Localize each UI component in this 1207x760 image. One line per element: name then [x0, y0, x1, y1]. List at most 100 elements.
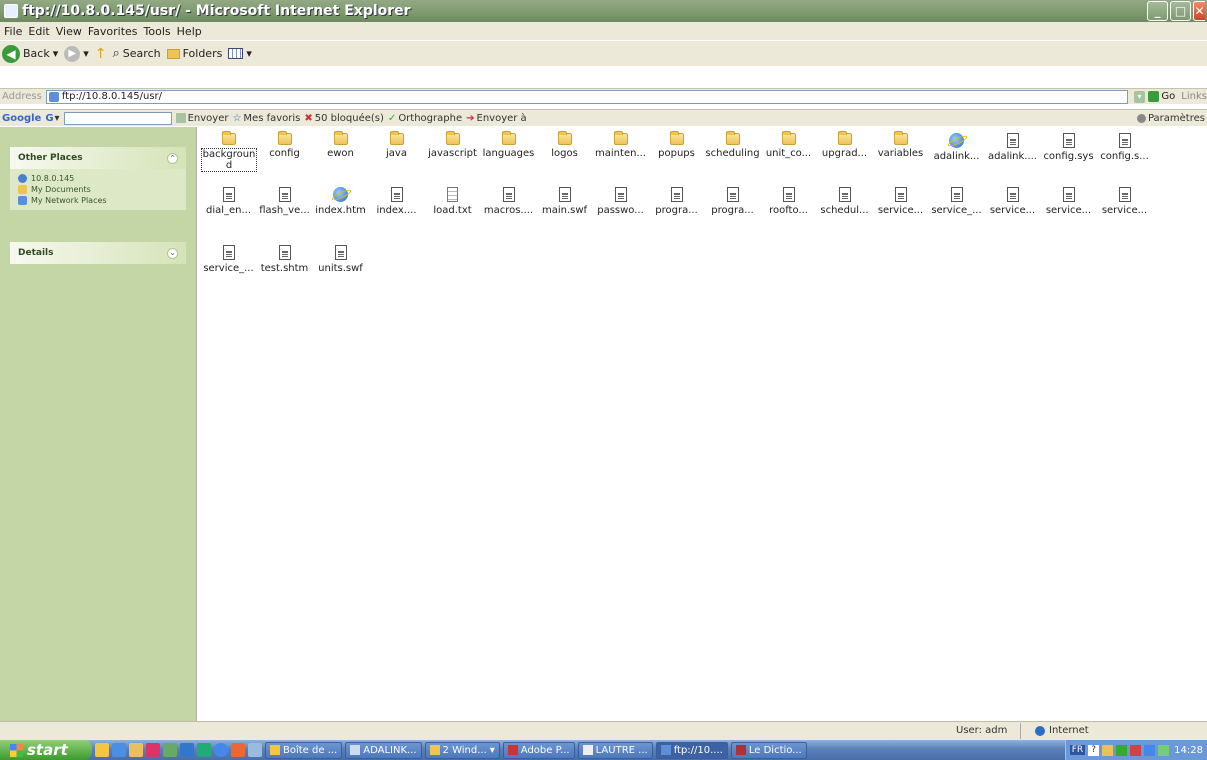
tray-icon[interactable] [1158, 744, 1170, 756]
task-button[interactable]: Le Dictio... [730, 741, 807, 759]
folder-item[interactable]: popups [648, 131, 705, 159]
task-button-active[interactable]: ftp://10.... [655, 741, 728, 759]
tray-icon[interactable] [1144, 744, 1156, 756]
address-dropdown-icon[interactable]: ▾ [1133, 90, 1146, 103]
envoyer-a-button[interactable]: ➔ Envoyer à [466, 113, 527, 124]
file-item[interactable]: test.shtm [256, 245, 313, 274]
quicklaunch-icon[interactable] [112, 743, 126, 757]
folder-item[interactable]: logos [536, 131, 593, 159]
title-bar[interactable]: ftp://10.8.0.145/usr/ - Microsoft Intern… [0, 0, 1207, 22]
quicklaunch-icon[interactable] [231, 743, 245, 757]
other-places-header[interactable]: Other Places ⌃ [10, 147, 186, 169]
file-item[interactable]: service... [984, 187, 1041, 216]
file-item[interactable]: adalink.... [984, 133, 1041, 162]
quicklaunch-icon[interactable] [180, 743, 194, 757]
go-button[interactable]: Go [1148, 91, 1175, 102]
star-icon: ☆ [232, 112, 242, 124]
folder-item[interactable]: background [200, 131, 257, 172]
popup-blocker-button[interactable]: ✖ 50 bloquée(s) [304, 113, 384, 124]
links-label[interactable]: Links [1181, 91, 1207, 102]
menu-help[interactable]: Help [177, 25, 202, 38]
file-item[interactable]: dial_en... [200, 187, 257, 216]
file-item[interactable]: service_... [200, 245, 257, 274]
quicklaunch-icon[interactable] [214, 743, 228, 757]
quicklaunch-icon[interactable] [197, 743, 211, 757]
folder-item[interactable]: unit_co... [760, 131, 817, 159]
file-item[interactable]: macros.... [480, 187, 537, 216]
quicklaunch-icon[interactable] [163, 743, 177, 757]
up-folder-button[interactable]: ↑ [95, 46, 107, 62]
file-item[interactable]: service_... [928, 187, 985, 216]
quicklaunch-icon[interactable] [146, 743, 160, 757]
quicklaunch-icon[interactable] [248, 743, 262, 757]
folder-icon [557, 131, 572, 145]
menu-tools[interactable]: Tools [144, 25, 171, 38]
file-item[interactable]: main.swf [536, 187, 593, 216]
language-indicator[interactable]: FR [1069, 745, 1086, 755]
tray-icon[interactable] [1116, 744, 1128, 756]
file-list-view[interactable]: background config ewon java javascript langua… [196, 127, 1207, 721]
details-header[interactable]: Details ⌄ [10, 242, 186, 264]
folder-item[interactable]: languages [480, 131, 537, 159]
folder-item[interactable]: mainten... [592, 131, 649, 159]
file-item[interactable]: index.htm [312, 187, 369, 216]
place-item-my-network-places[interactable]: My Network Places [18, 195, 178, 206]
file-item[interactable]: units.swf [312, 245, 369, 274]
folder-item[interactable]: config [256, 131, 313, 159]
menu-view[interactable]: View [56, 25, 82, 38]
place-item-server[interactable]: 10.8.0.145 [18, 173, 178, 184]
file-item[interactable]: service... [872, 187, 929, 216]
maximize-button[interactable]: □ [1170, 1, 1191, 21]
task-button[interactable]: 2 Wind... ▾ [424, 741, 500, 759]
file-item[interactable]: config.s... [1096, 133, 1153, 162]
folder-item[interactable]: scheduling [704, 131, 761, 159]
task-button[interactable]: ADALINK... [345, 741, 422, 759]
folder-item[interactable]: upgrad... [816, 131, 873, 159]
place-item-my-documents[interactable]: My Documents [18, 184, 178, 195]
mes-favoris-button[interactable]: ☆ Mes favoris [232, 113, 300, 124]
file-item[interactable]: roofto... [760, 187, 817, 216]
google-envoyer-button[interactable]: Envoyer [175, 113, 228, 124]
file-item[interactable]: adalink... [928, 133, 985, 162]
forward-button[interactable]: ▶ ▾ [64, 45, 89, 62]
parametres-button[interactable]: Paramètres [1136, 113, 1207, 124]
collapse-chevron-icon[interactable]: ⌃ [167, 152, 178, 164]
google-search-input[interactable] [63, 111, 172, 125]
folder-item[interactable]: java [368, 131, 425, 159]
google-g-button[interactable]: G ▾ [45, 113, 59, 124]
task-button[interactable]: Boîte de ... [265, 741, 343, 759]
folder-item[interactable]: variables [872, 131, 929, 159]
folder-item[interactable]: javascript [424, 131, 481, 159]
expand-chevron-icon[interactable]: ⌄ [167, 247, 178, 259]
minimize-button[interactable]: _ [1147, 1, 1168, 21]
menu-favorites[interactable]: Favorites [88, 25, 138, 38]
help-icon[interactable]: ? [1088, 744, 1100, 756]
file-item[interactable]: flash_ve... [256, 187, 313, 216]
file-item[interactable]: service... [1040, 187, 1097, 216]
file-item[interactable]: progra... [648, 187, 705, 216]
quicklaunch-icon[interactable] [129, 743, 143, 757]
quicklaunch-icon[interactable] [95, 743, 109, 757]
file-item[interactable]: passwo... [592, 187, 649, 216]
menu-file[interactable]: File [4, 25, 22, 38]
tray-icon[interactable] [1130, 744, 1142, 756]
file-item[interactable]: schedul... [816, 187, 873, 216]
task-button[interactable]: Adobe P... [502, 741, 575, 759]
back-button[interactable]: ◀ Back ▾ [2, 44, 58, 63]
close-button[interactable]: ✕ [1193, 1, 1205, 21]
folders-button[interactable]: Folders [166, 47, 222, 60]
file-item[interactable]: index.... [368, 187, 425, 216]
task-button[interactable]: LAUTRE ... [577, 741, 653, 759]
orthographe-button[interactable]: ✓ Orthographe [388, 113, 462, 124]
file-item[interactable]: progra... [704, 187, 761, 216]
file-item[interactable]: load.txt [424, 187, 481, 216]
start-button[interactable]: start [0, 740, 92, 760]
tray-icon[interactable] [1102, 744, 1114, 756]
file-item[interactable]: service... [1096, 187, 1153, 216]
menu-edit[interactable]: Edit [28, 25, 49, 38]
folder-item[interactable]: ewon [312, 131, 369, 159]
address-input[interactable]: ftp://10.8.0.145/usr/ [45, 89, 1128, 104]
file-item[interactable]: config.sys [1040, 133, 1097, 162]
views-button[interactable]: ▾ [228, 47, 252, 60]
search-button[interactable]: ⌕ Search [113, 46, 161, 61]
